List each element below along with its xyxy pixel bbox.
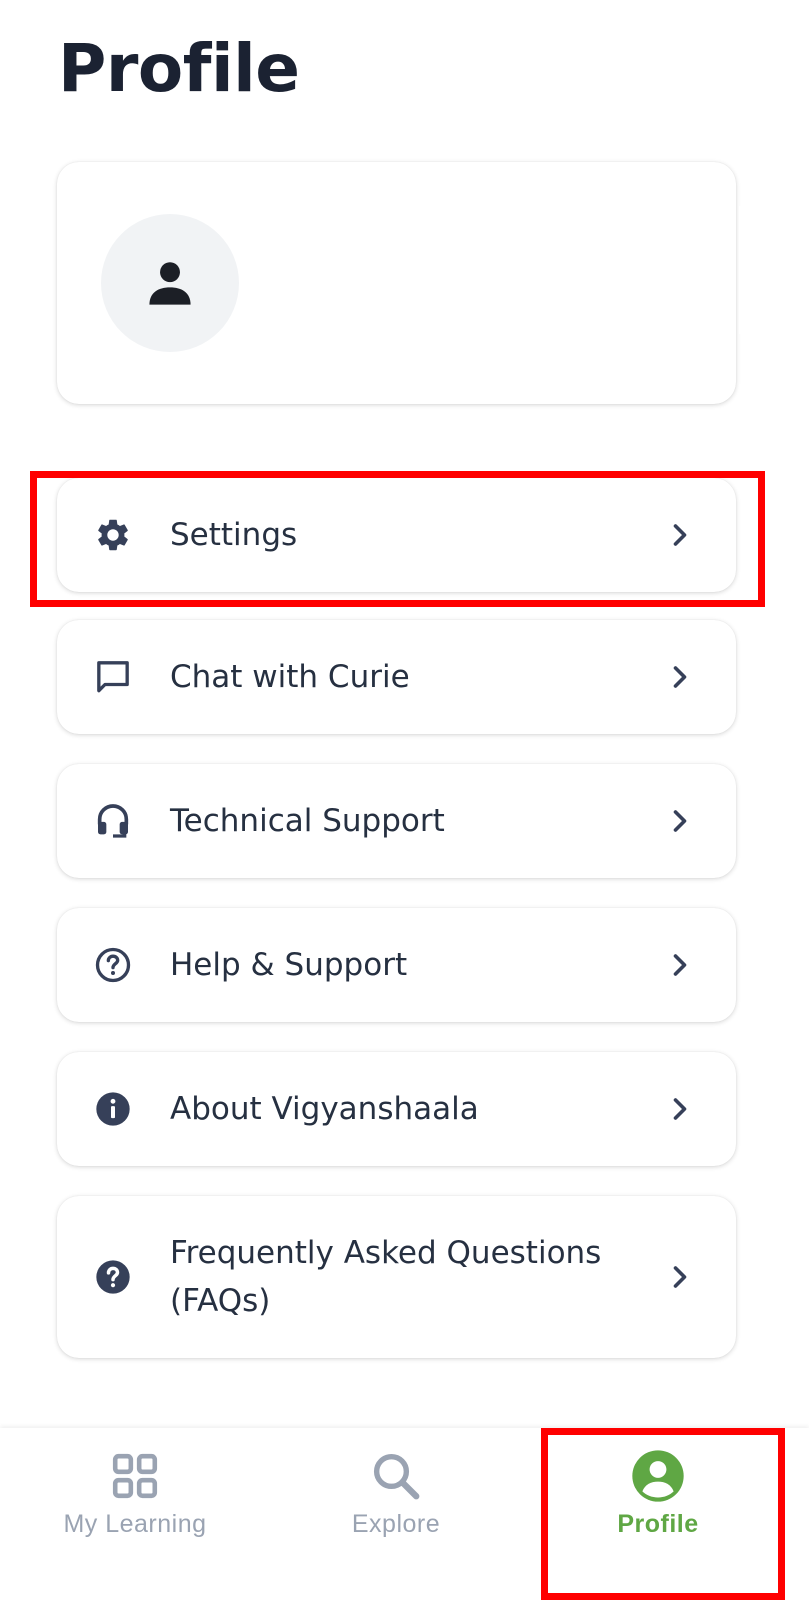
nav-tab-my-learning[interactable]: My Learning	[0, 1428, 270, 1600]
chat-icon	[93, 657, 133, 697]
chevron-right-icon	[668, 953, 692, 977]
headset-icon	[93, 801, 133, 841]
help-circle-outline-icon	[93, 945, 133, 985]
nav-label: Profile	[617, 1510, 699, 1538]
avatar[interactable]	[101, 214, 239, 352]
chevron-right-icon	[668, 523, 692, 547]
person-icon	[149, 262, 191, 305]
menu-item-faqs[interactable]: Frequently Asked Questions (FAQs)	[57, 1196, 736, 1358]
chevron-right-icon	[668, 809, 692, 833]
menu-item-label: Chat with Curie	[170, 659, 410, 695]
menu-item-technical-support[interactable]: Technical Support	[57, 764, 736, 878]
menu-item-label: Help & Support	[170, 947, 408, 983]
gear-icon	[93, 515, 133, 555]
menu-item-help-support[interactable]: Help & Support	[57, 908, 736, 1022]
nav-tab-profile[interactable]: Profile	[523, 1428, 793, 1600]
search-icon	[368, 1448, 424, 1504]
profile-icon	[630, 1448, 686, 1504]
chevron-right-icon	[668, 1097, 692, 1121]
page-title: Profile	[58, 30, 300, 107]
menu-item-label: Technical Support	[170, 803, 445, 839]
bottom-nav: My Learning Explore Profile	[0, 1428, 809, 1600]
profile-card	[57, 162, 736, 404]
grid-icon	[107, 1448, 163, 1504]
profile-screen: Profile Settings Chat with Curie Technic…	[0, 0, 809, 1600]
menu-item-chat-with-curie[interactable]: Chat with Curie	[57, 620, 736, 734]
chevron-right-icon	[668, 1265, 692, 1289]
nav-tab-explore[interactable]: Explore	[261, 1428, 531, 1600]
menu-item-label: About Vigyanshaala	[170, 1091, 479, 1127]
menu-item-about-vigyanshaala[interactable]: About Vigyanshaala	[57, 1052, 736, 1166]
nav-label: My Learning	[63, 1510, 207, 1538]
menu-item-label: Frequently Asked Questions (FAQs)	[170, 1235, 602, 1319]
menu-item-settings[interactable]: Settings	[57, 478, 736, 592]
chevron-right-icon	[668, 665, 692, 689]
info-icon	[93, 1089, 133, 1129]
menu-item-label: Settings	[170, 517, 298, 553]
nav-label: Explore	[351, 1510, 441, 1538]
help-circle-filled-icon	[93, 1257, 133, 1297]
card-edge-mask	[739, 206, 809, 334]
